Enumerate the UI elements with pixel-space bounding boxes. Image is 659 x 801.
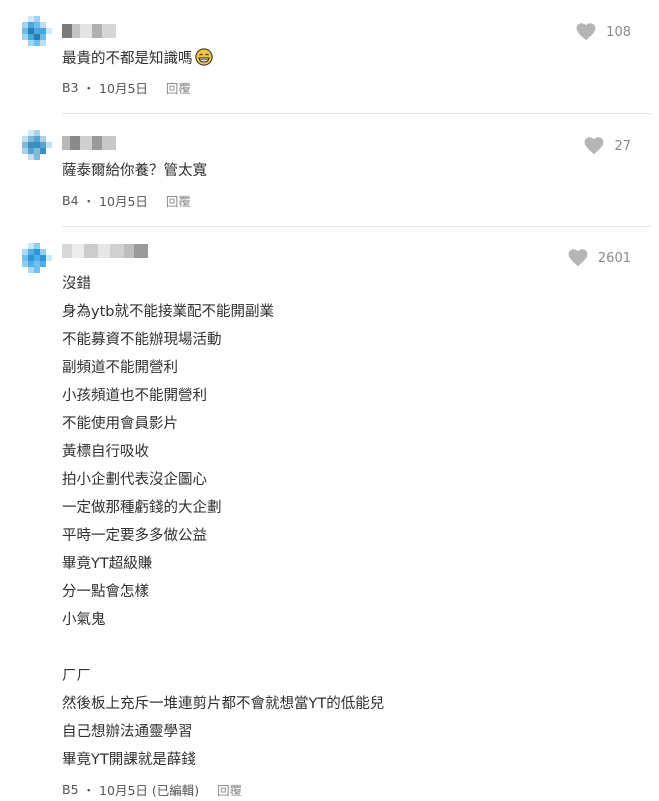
comment-text-line: 平時一定要多多做公益 bbox=[62, 528, 207, 544]
avatar[interactable] bbox=[22, 16, 54, 52]
comment-b5: 2601 沒錯 身為ytb就不能接業配不能開副業 不能募資不能辦現場活動 副頻道… bbox=[0, 227, 659, 801]
heart-icon bbox=[568, 249, 588, 267]
floor-number: B3 bbox=[62, 80, 79, 95]
username-blurred[interactable] bbox=[62, 244, 152, 258]
comment-b4: 27 薩泰爾給你養？管太寬 B4 ・ 10月5日 回覆 bbox=[0, 114, 659, 226]
floor-number: B4 bbox=[62, 193, 79, 208]
like-count: 2601 bbox=[597, 250, 631, 266]
username-blurred[interactable] bbox=[62, 136, 122, 150]
avatar[interactable] bbox=[22, 243, 54, 279]
comment-text-line: 不能使用會員影片 bbox=[62, 416, 178, 432]
like-button[interactable]: 27 bbox=[584, 137, 631, 155]
reply-button[interactable]: 回覆 bbox=[166, 191, 191, 210]
reply-button[interactable]: 回覆 bbox=[166, 78, 191, 97]
comment-text-line: 不能募資不能辦現場活動 bbox=[62, 332, 222, 348]
comment-text-line: 畢竟YT開課就是薛錢 bbox=[62, 752, 196, 768]
like-count: 27 bbox=[614, 138, 631, 154]
comment-text-line: 分一點會怎樣 bbox=[62, 584, 149, 600]
comment-date: 10月5日 bbox=[99, 81, 148, 96]
comment-text: 薩泰爾給你養？管太寬 bbox=[62, 163, 207, 179]
username-blurred[interactable] bbox=[62, 24, 122, 38]
comment-date: 10月5日 bbox=[99, 194, 148, 209]
heart-icon bbox=[576, 23, 596, 41]
comment-meta: B4 ・ 10月5日 回覆 bbox=[62, 191, 191, 210]
comment-meta: B3 ・ 10月5日 回覆 bbox=[62, 78, 191, 97]
like-button[interactable]: 108 bbox=[576, 23, 631, 41]
comment-text-line: 沒錯 bbox=[62, 276, 91, 292]
comment-text-line: 自己想辦法通靈學習 bbox=[62, 724, 193, 740]
comment-text-line: 小孩頻道也不能開營利 bbox=[62, 388, 207, 404]
avatar[interactable] bbox=[22, 130, 54, 166]
meta-separator: ・ bbox=[82, 81, 96, 96]
comment-text-line: 小氣鬼 bbox=[62, 612, 106, 628]
comment-text-line: 黃標自行吸收 bbox=[62, 444, 149, 460]
comment-text-line: 副頻道不能開營利 bbox=[62, 360, 178, 376]
comment-text-line: 然後板上充斥一堆連剪片都不會就想當YT的低能兒 bbox=[62, 696, 385, 712]
meta-separator: ・ bbox=[82, 783, 96, 798]
comment-text: 最貴的不都是知識嗎 bbox=[62, 48, 213, 69]
comment-meta: B5 ・ 10月5日 (已編輯) 回覆 bbox=[62, 780, 242, 799]
comment-text-line: 身為ytb就不能接業配不能開副業 bbox=[62, 304, 274, 320]
comment-text-line: 一定做那種虧錢的大企劃 bbox=[62, 500, 222, 516]
like-count: 108 bbox=[606, 24, 631, 40]
like-button[interactable]: 2601 bbox=[568, 249, 631, 267]
comment-text-line: 畢竟YT超級賺 bbox=[62, 556, 153, 572]
meta-separator: ・ bbox=[82, 194, 96, 209]
edited-label: (已編輯) bbox=[151, 783, 200, 798]
comment-text-line: 拍小企劃代表沒企圖心 bbox=[62, 472, 207, 488]
grinning-sweat-emoji-icon bbox=[194, 48, 213, 66]
comment-date: 10月5日 bbox=[99, 783, 148, 798]
floor-number: B5 bbox=[62, 782, 79, 797]
comment-b3: 108 最貴的不都是知識嗎 B3 ・ 10月5日 回覆 bbox=[0, 0, 659, 112]
reply-button[interactable]: 回覆 bbox=[217, 780, 242, 799]
comment-text-line: ㄏㄏ bbox=[62, 668, 91, 684]
heart-icon bbox=[585, 137, 604, 155]
